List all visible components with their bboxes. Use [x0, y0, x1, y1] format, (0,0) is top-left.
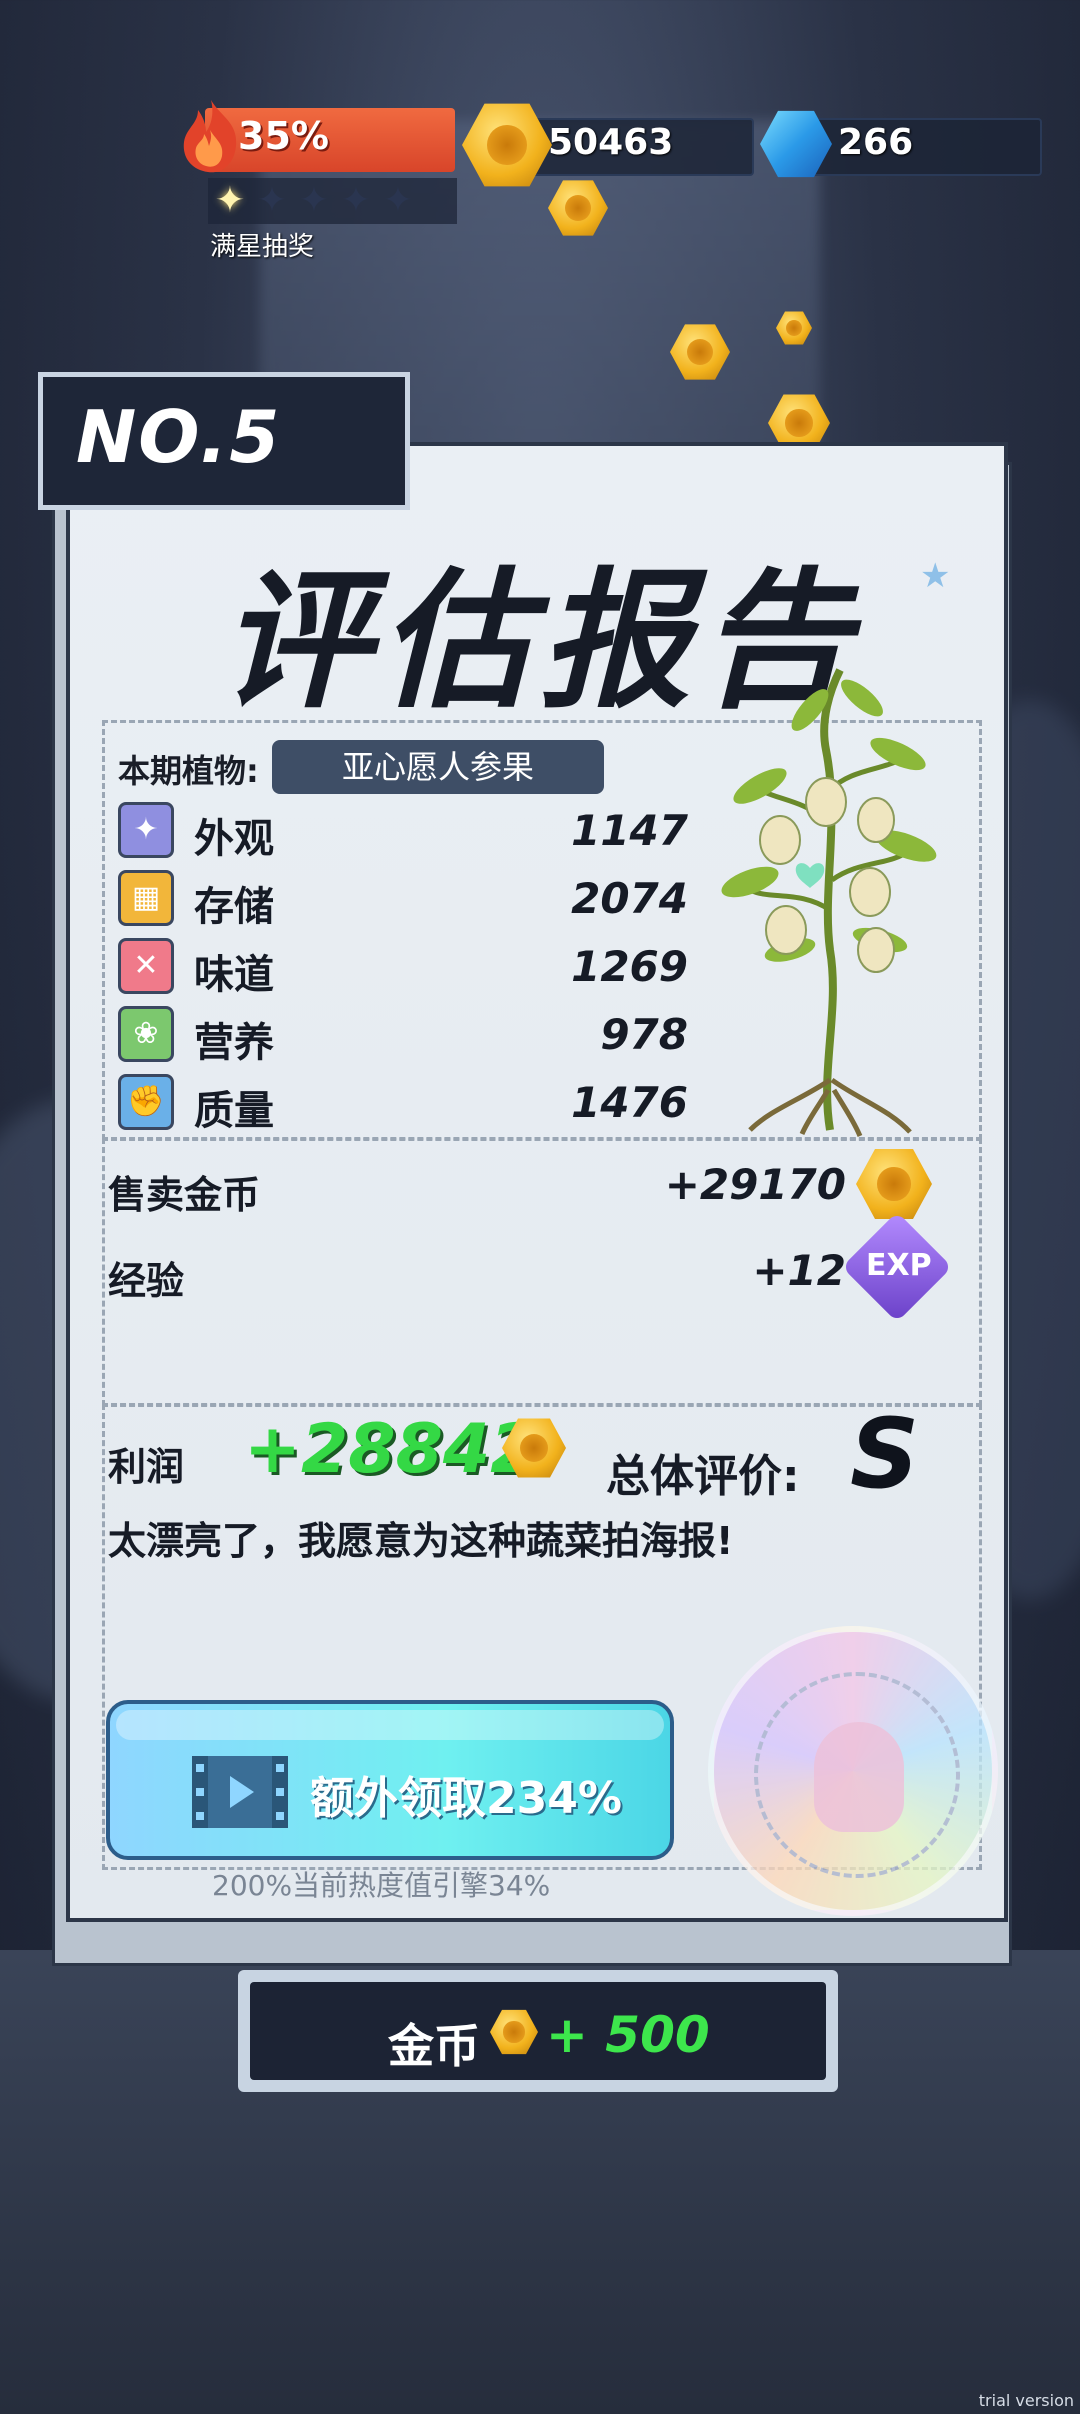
- attribute-row-taste: ✕ 味道 1269: [118, 938, 688, 998]
- sparkle-icon: ✦: [118, 802, 174, 858]
- star-icon: ✦: [256, 180, 288, 221]
- overall-grade: S: [850, 1398, 920, 1510]
- report-number: NO.5: [76, 395, 282, 479]
- star-rating[interactable]: ✦ ✦ ✦ ✦ ✦: [208, 178, 457, 224]
- star-icon: ✦: [214, 180, 246, 221]
- attribute-label: 营养: [194, 1020, 274, 1066]
- star-icon: ✦: [340, 180, 372, 221]
- star-decoration-icon: ★: [920, 556, 951, 596]
- button-highlight: [116, 1710, 664, 1740]
- attribute-row-appearance: ✦ 外观 1147: [118, 802, 688, 862]
- stamp-mascot: [814, 1722, 904, 1832]
- sell-coins-value: +29170: [664, 1160, 846, 1209]
- gem-amount: 266: [838, 122, 914, 163]
- extra-claim-label: 额外领取234%: [310, 1773, 622, 1824]
- plant-name: 亚心愿人参果: [272, 740, 604, 794]
- attribute-row-storage: ▦ 存储 2074: [118, 870, 688, 930]
- claim-bonus-note: 200%当前热度值引擎34%: [212, 1869, 551, 1902]
- exp-label: 经验: [108, 1259, 185, 1303]
- coin-reward-label: 金币: [388, 2019, 480, 2073]
- box-icon: ▦: [118, 870, 174, 926]
- profit-value: +28842: [244, 1410, 538, 1489]
- attribute-row-nutrition: ❀ 营养 978: [118, 1006, 688, 1066]
- star-icon: ✦: [298, 180, 330, 221]
- exp-badge-label: EXP: [866, 1248, 932, 1283]
- coin-reward-bar[interactable]: [238, 1970, 838, 2092]
- attribute-label: 质量: [194, 1088, 274, 1134]
- attribute-label: 外观: [194, 816, 274, 862]
- attribute-value: 1269: [571, 942, 688, 991]
- coin-reward-amount: + 500: [546, 2006, 710, 2064]
- full-star-lottery-label[interactable]: 满星抽奖: [210, 226, 314, 263]
- attribute-value: 1476: [571, 1078, 688, 1127]
- profit-label: 利润: [108, 1445, 185, 1489]
- coin-amount: 50463: [548, 122, 674, 163]
- plant-illustration: [721, 668, 937, 1137]
- star-icon: ✦: [382, 180, 414, 221]
- attribute-value: 978: [600, 1010, 688, 1059]
- plant-label: 本期植物:: [118, 752, 259, 790]
- exp-value: +12: [752, 1246, 846, 1295]
- watermark: trial version: [978, 2391, 1074, 2410]
- video-icon: [192, 1756, 288, 1828]
- utensils-icon: ✕: [118, 938, 174, 994]
- evaluation-comment: 太漂亮了，我愿意为这种蔬菜拍海报!: [108, 1519, 734, 1563]
- attribute-row-quality: ✊ 质量 1476: [118, 1074, 688, 1134]
- attribute-value: 2074: [571, 874, 688, 923]
- flame-icon: [183, 100, 237, 173]
- muscle-icon: ✊: [118, 1074, 174, 1130]
- extra-claim-button[interactable]: 额外领取234%: [106, 1700, 674, 1860]
- nutrition-icon: ❀: [118, 1006, 174, 1062]
- interstellar-news-stamp: [708, 1626, 998, 1916]
- attribute-label: 存储: [194, 884, 274, 930]
- attribute-label: 味道: [194, 952, 274, 998]
- coin-reward-bar-inner: [250, 1982, 826, 2080]
- sell-coins-label: 售卖金币: [108, 1173, 261, 1217]
- heat-percent: 35%: [238, 114, 329, 158]
- attribute-value: 1147: [571, 806, 688, 855]
- overall-rating-label: 总体评价:: [606, 1451, 800, 1502]
